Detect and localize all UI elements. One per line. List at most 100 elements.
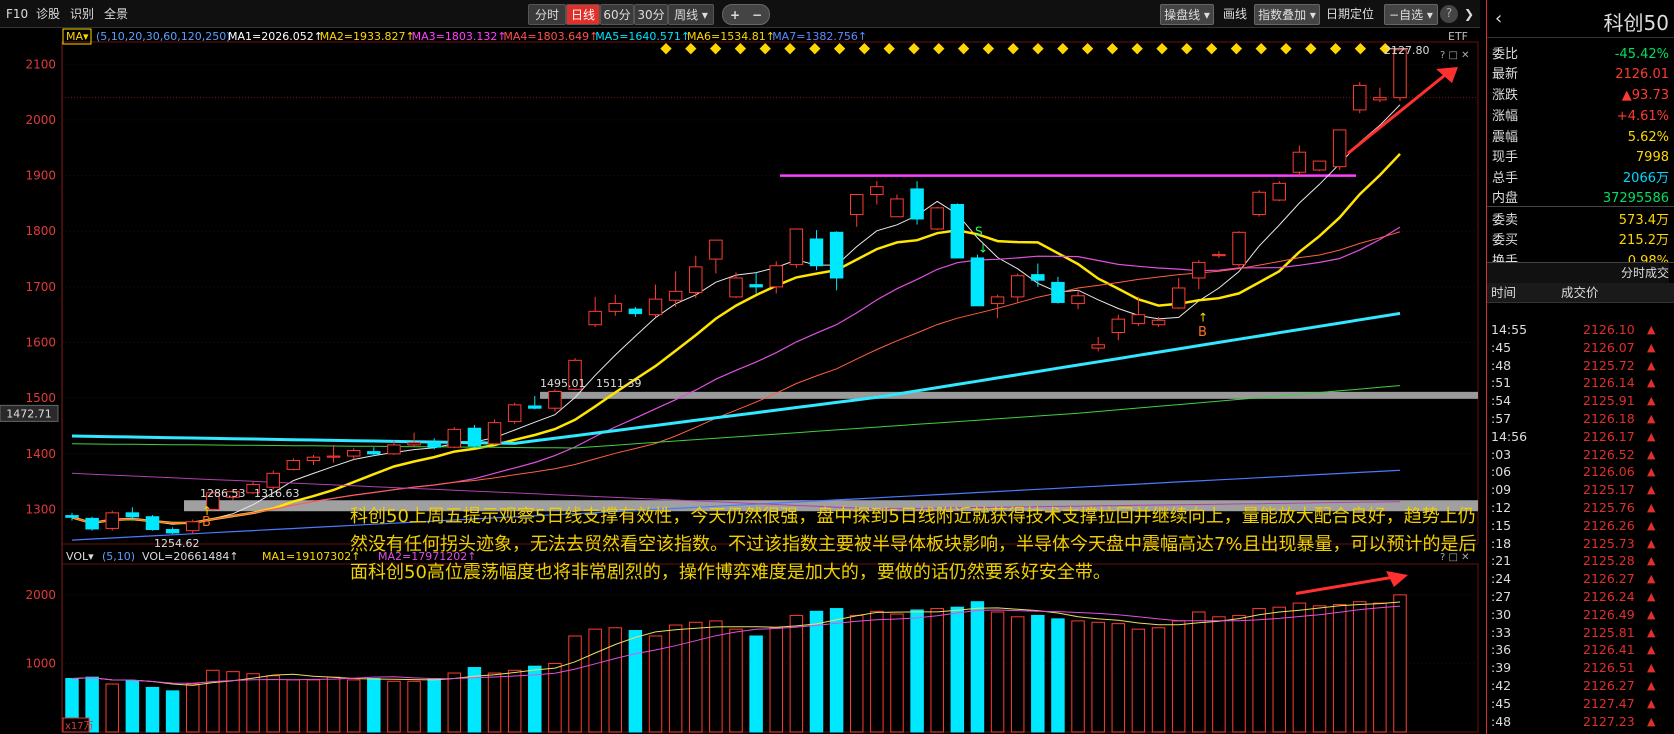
kline-chart[interactable]: 2100 2000 1900 1800 1700 1600 1500 1400 1300 2127… (0, 28, 1480, 734)
candle (1232, 231, 1246, 267)
tick-price: 2125.81 (1583, 624, 1635, 640)
tab-intraday[interactable]: 分时 (528, 4, 566, 25)
tick-row: :39 2126.51 ▲ (1487, 659, 1674, 677)
candle-body (849, 193, 864, 216)
volume-bar (326, 676, 341, 733)
zoom-in-button[interactable]: + (724, 5, 746, 26)
f10-button[interactable]: F10 (6, 4, 28, 24)
signal-diamond-icon (883, 43, 895, 55)
volume-bar (1353, 601, 1367, 733)
candle-body (65, 515, 79, 518)
quote-row: 涨幅 +4.61% (1487, 106, 1674, 128)
candle-body (447, 428, 462, 448)
candle-body (407, 442, 421, 446)
candle-body (648, 298, 663, 316)
candle (648, 284, 663, 317)
volume-bar (1131, 628, 1146, 733)
col-price-header: 成交价 (1561, 285, 1599, 300)
index-overlay-dropdown[interactable]: 指数叠加 ▾ (1254, 4, 1320, 25)
candle-body (809, 238, 824, 267)
date-locate-button[interactable]: 日期定位 (1322, 4, 1378, 25)
tick-price: 2126.06 (1583, 464, 1635, 480)
signal-diamond-icon (734, 43, 747, 55)
candle-body (1232, 231, 1246, 266)
watchlist-dropdown[interactable]: −自选 ▾ (1384, 4, 1438, 25)
quote-row: 最新 2126.01 (1487, 64, 1674, 86)
tick-price: 2126.10 (1583, 322, 1635, 337)
up-arrow-icon: ▲ (1647, 465, 1656, 479)
signal-diamond-icon (1007, 43, 1019, 55)
candle-body (286, 460, 301, 470)
volume-bar (1031, 614, 1045, 733)
signal-diamond-icon (660, 43, 672, 55)
tab-60min[interactable]: 60分 (600, 4, 634, 25)
ma-value-label: MA3=1803.132↑ (412, 30, 507, 43)
tick-time: :30 (1491, 606, 1512, 622)
volume-bar (246, 673, 260, 733)
back-icon[interactable]: ‹ (1495, 8, 1502, 29)
tick-time: :09 (1491, 482, 1512, 498)
tick-time: :03 (1491, 446, 1512, 462)
signal-diamond-icon (1106, 43, 1119, 55)
signal-diamond-icon (759, 43, 771, 55)
volume-bar (1171, 620, 1186, 733)
quote-label: 涨幅 (1492, 109, 1519, 124)
tick-row: :09 2125.17 ▲ (1487, 481, 1674, 499)
tick-time: :21 (1491, 553, 1512, 569)
volume-bar (829, 608, 844, 733)
volume-bar (628, 630, 643, 733)
volume-bar (1232, 614, 1246, 733)
diagnose-button[interactable]: 诊股 (36, 4, 60, 24)
candle-body (487, 422, 502, 445)
candle (85, 516, 99, 531)
candle (326, 444, 341, 463)
up-arrow-icon: ▲ (1647, 554, 1656, 568)
ma-value-label: MA2=1933.827↑ (320, 30, 415, 43)
candle-body (1131, 314, 1146, 325)
etf-label: ETF (1448, 30, 1468, 43)
signal-diamond-icon (1057, 43, 1069, 55)
up-arrow-icon: ▲ (1647, 483, 1656, 497)
candle-body (1272, 182, 1287, 201)
identify-button[interactable]: 识别 (70, 4, 94, 24)
help-icon[interactable]: ? (1440, 5, 1458, 23)
tab-daily[interactable]: 日线 (566, 4, 600, 25)
ma-value-label: MA5=1640.571↑ (595, 30, 690, 43)
tab-30min[interactable]: 30分 (634, 4, 668, 25)
sep-1 (1487, 206, 1674, 207)
volume-bar (970, 601, 985, 733)
candle (588, 296, 602, 327)
up-arrow-icon: ▲ (1647, 429, 1656, 443)
tick-price: 2125.91 (1583, 393, 1635, 409)
tab-weekly[interactable]: 周线 ▾ (668, 4, 714, 25)
up-arrow-icon: ▲ (1647, 376, 1656, 390)
volume-bar (910, 609, 924, 733)
tick-time: :15 (1491, 517, 1512, 533)
sell-arrow-icon: ↓ (978, 241, 988, 255)
candle-body (608, 303, 623, 312)
operation-line-dropdown[interactable]: 操盘线 ▾ (1160, 4, 1214, 25)
volume-bar (1151, 627, 1166, 733)
price-tick-label: 2100 (25, 57, 56, 71)
tick-price: 2126.51 (1583, 660, 1635, 676)
candle (950, 203, 965, 259)
signal-diamond-icon (1255, 43, 1267, 55)
panorama-button[interactable]: 全景 (104, 4, 128, 24)
quote-label: 涨跌 (1492, 88, 1519, 103)
tick-time: :54 (1491, 393, 1512, 409)
volume-bar (266, 675, 280, 733)
price-tick-label: 1400 (25, 447, 56, 461)
volume-bar (1393, 594, 1407, 733)
tick-price: 2126.49 (1583, 606, 1635, 622)
candle-body (950, 204, 965, 259)
volume-tick-label: 1000 (25, 656, 56, 670)
candle (930, 206, 944, 231)
collapse-panel-icon[interactable]: ❯ (1460, 4, 1478, 25)
zoom-out-button[interactable]: − (746, 5, 768, 26)
candle (1373, 87, 1387, 103)
sell-signal-label: S (975, 225, 983, 239)
tick-time: :39 (1491, 660, 1512, 676)
volume-bar (387, 680, 401, 733)
signal-diamond-icon (1032, 43, 1044, 55)
draw-line-button[interactable]: 画线 (1218, 4, 1252, 25)
